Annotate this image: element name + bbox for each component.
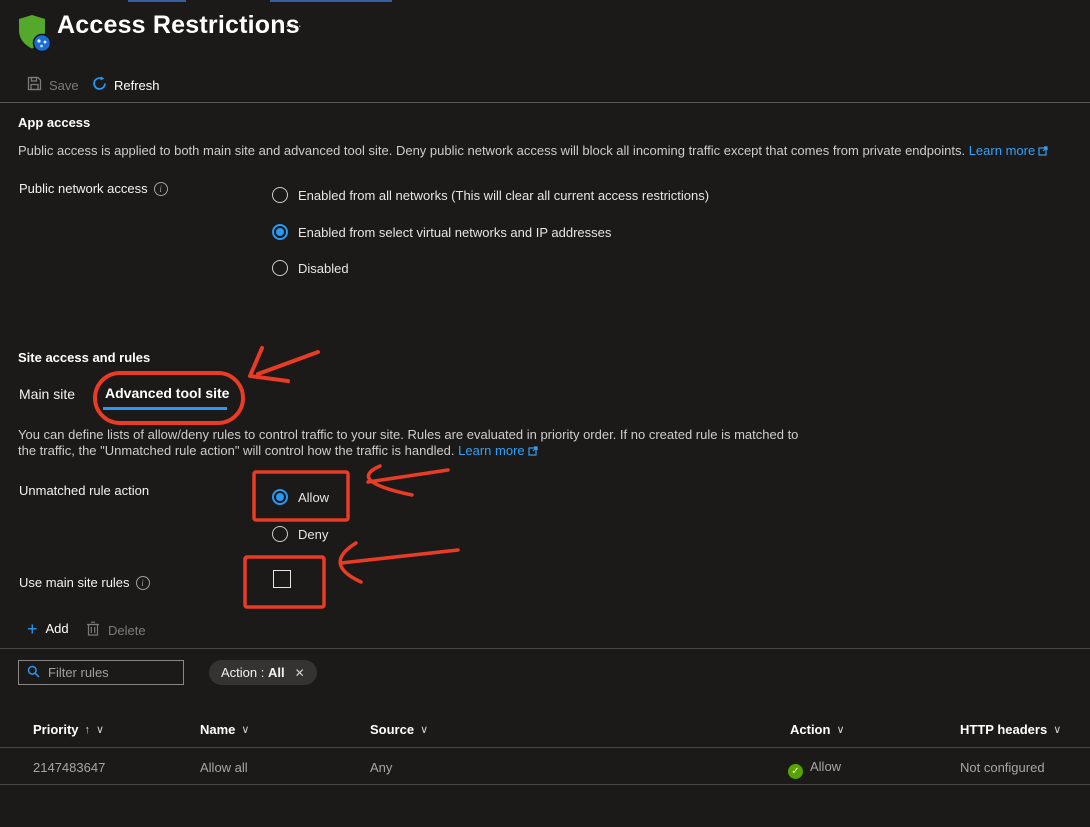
add-button[interactable]: + Add	[27, 621, 69, 636]
public-network-access-label: Public network access i	[19, 181, 168, 196]
plus-icon: +	[27, 622, 38, 636]
radio-enabled-select-networks[interactable]: Enabled from select virtual networks and…	[272, 224, 611, 240]
active-tab-underline	[103, 407, 227, 410]
filter-rules-input[interactable]	[48, 665, 158, 680]
allow-check-icon: ✓	[788, 764, 803, 779]
radio-allow[interactable]: Allow	[272, 489, 329, 505]
search-icon	[27, 665, 40, 681]
chevron-down-icon: ∨	[241, 723, 249, 736]
info-icon[interactable]: i	[136, 576, 150, 590]
annotation-arrow-allow-head	[368, 466, 412, 495]
table-row-divider	[0, 784, 1090, 785]
sort-ascending-icon: ↑	[85, 724, 91, 736]
access-restrictions-icon	[15, 12, 57, 59]
delete-label: Delete	[108, 623, 146, 638]
save-label: Save	[49, 78, 79, 93]
app-access-heading: App access	[18, 115, 90, 130]
unmatched-rule-action-label: Unmatched rule action	[19, 483, 149, 498]
delete-button[interactable]: Delete	[86, 621, 146, 639]
cell-action: ✓Allow	[788, 759, 841, 779]
cell-http-headers: Not configured	[960, 760, 1045, 775]
annotation-arrow-checkbox-shaft	[341, 550, 458, 563]
refresh-icon	[92, 76, 107, 94]
rules-description: You can define lists of allow/deny rules…	[18, 427, 1018, 460]
top-edge-artifact	[270, 0, 392, 2]
column-header-http-headers[interactable]: HTTP headers ∨	[960, 722, 1061, 737]
radio-icon[interactable]	[272, 260, 288, 276]
external-link-icon	[528, 444, 538, 460]
radio-deny[interactable]: Deny	[272, 526, 328, 542]
annotation-arrow-checkbox-head	[340, 543, 361, 582]
filter-rules-searchbox[interactable]	[18, 660, 184, 685]
radio-icon[interactable]	[272, 526, 288, 542]
app-access-description: Public access is applied to both main si…	[18, 143, 1078, 160]
access-restrictions-page: Access Restrictions ··· Save Refresh App…	[0, 0, 1090, 827]
chevron-down-icon: ∨	[420, 723, 428, 736]
chevron-down-icon: ∨	[1053, 723, 1061, 736]
use-main-site-rules-checkbox[interactable]	[273, 570, 291, 588]
chevron-down-icon: ∨	[836, 723, 844, 736]
more-options-button[interactable]: ···	[285, 18, 304, 33]
cell-priority: 2147483647	[33, 760, 105, 775]
learn-more-link[interactable]: Learn more	[458, 443, 524, 458]
annotation-arrow-allow-shaft	[368, 470, 448, 482]
save-button[interactable]: Save	[27, 76, 79, 94]
column-header-priority[interactable]: Priority ↑ ∨	[33, 722, 104, 737]
add-label: Add	[46, 621, 69, 636]
info-icon[interactable]: i	[154, 182, 168, 196]
site-access-heading: Site access and rules	[18, 350, 150, 365]
tab-advanced-tool-site[interactable]: Advanced tool site	[105, 385, 229, 401]
commandbar-divider	[0, 648, 1090, 649]
cell-name: Allow all	[200, 760, 248, 775]
action-filter-pill[interactable]: Action : All ✕	[209, 660, 317, 685]
column-header-source[interactable]: Source ∨	[370, 722, 428, 737]
page-title: Access Restrictions	[57, 11, 300, 40]
refresh-button[interactable]: Refresh	[92, 76, 160, 94]
annotation-arrow-tab-shaft	[258, 352, 318, 374]
save-icon	[27, 76, 42, 94]
tab-main-site[interactable]: Main site	[19, 386, 75, 402]
radio-selected-icon[interactable]	[272, 489, 288, 505]
annotation-overlay	[0, 0, 1090, 827]
radio-enabled-all-networks[interactable]: Enabled from all networks (This will cle…	[272, 187, 709, 203]
cell-source: Any	[370, 760, 392, 775]
external-link-icon	[1038, 144, 1048, 160]
toolbar-divider	[0, 102, 1090, 103]
column-header-name[interactable]: Name ∨	[200, 722, 249, 737]
radio-disabled[interactable]: Disabled	[272, 260, 349, 276]
trash-icon	[86, 621, 100, 639]
table-header-divider	[0, 747, 1090, 748]
chevron-down-icon: ∨	[96, 723, 104, 736]
close-icon[interactable]: ✕	[295, 666, 305, 680]
column-header-action[interactable]: Action ∨	[790, 722, 845, 737]
radio-icon[interactable]	[272, 187, 288, 203]
radio-selected-icon[interactable]	[272, 224, 288, 240]
annotation-arrow-tab-head	[250, 348, 288, 381]
learn-more-link[interactable]: Learn more	[969, 143, 1035, 158]
refresh-label: Refresh	[114, 78, 160, 93]
use-main-site-rules-label: Use main site rules i	[19, 575, 150, 590]
top-edge-artifact	[128, 0, 186, 2]
